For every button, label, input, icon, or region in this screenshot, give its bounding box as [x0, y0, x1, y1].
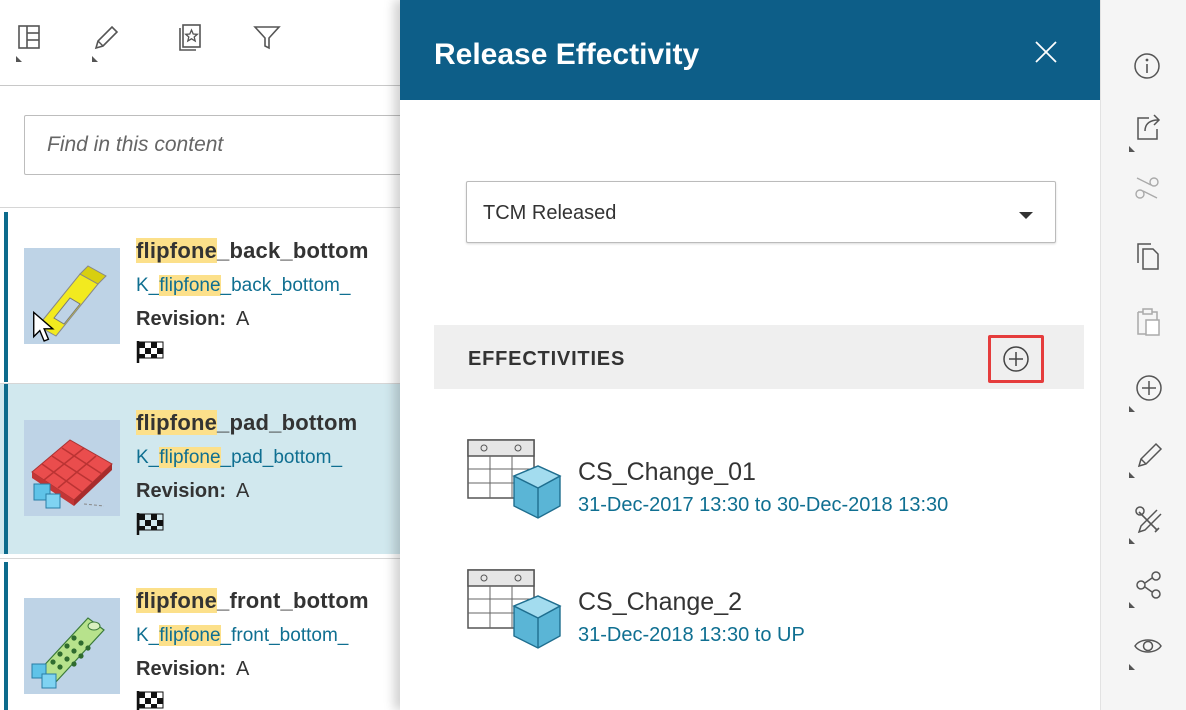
item-title[interactable]: flipfone_front_bottom [136, 588, 369, 614]
part-thumbnail [24, 598, 120, 694]
release-flag-icon [136, 341, 164, 363]
release-status-value: TCM Released [483, 202, 617, 224]
list-item[interactable]: flipfone_back_bottom K_flipfone_back_bot… [0, 212, 402, 382]
effectivity-item[interactable]: CS_Change_2 31-Dec-2018 13:30 to UP [466, 566, 1066, 666]
favorites-button[interactable] [174, 20, 214, 60]
mouse-cursor-icon [33, 310, 55, 342]
close-button[interactable] [1030, 36, 1062, 68]
menu-corner-indicator [1129, 472, 1135, 478]
menu-corner-indicator [1129, 538, 1135, 544]
effectivity-name: CS_Change_2 [578, 588, 743, 616]
edit-icon [1137, 442, 1163, 468]
effectivity-calendar-icon [467, 569, 562, 649]
menu-corner-indicator [16, 56, 22, 62]
add-icon [1136, 375, 1162, 401]
item-title[interactable]: flipfone_back_bottom [136, 238, 369, 264]
edit-pencil-icon [94, 25, 119, 50]
menu-corner-indicator [1129, 664, 1135, 670]
close-icon [1035, 41, 1057, 63]
release-effectivity-panel: Release Effectivity TCM Released EFFECTI… [400, 0, 1100, 710]
cut-button[interactable] [1127, 168, 1171, 212]
item-id: K_flipfone_pad_bottom_ [136, 447, 343, 468]
add-circle-icon [1003, 346, 1029, 372]
cut-scissors-icon [1135, 177, 1159, 199]
list-divider [0, 207, 402, 208]
paste-icon [1137, 308, 1160, 336]
effectivity-range: 31-Dec-2017 13:30 to 30-Dec-2018 13:30 [578, 494, 949, 516]
effectivity-calendar-icon [467, 439, 562, 519]
part-thumbnail [24, 248, 120, 344]
chevron-down-icon [1019, 212, 1033, 219]
results-panel: flipfone_back_bottom K_flipfone_back_bot… [0, 0, 402, 710]
edit-button[interactable] [88, 20, 128, 62]
panel-title: Release Effectivity [434, 38, 700, 71]
add-effectivity-button[interactable] [988, 335, 1044, 383]
add-button[interactable] [1127, 368, 1171, 412]
relations-icon [1136, 571, 1161, 599]
copy-icon [1137, 243, 1159, 270]
menu-corner-indicator [92, 56, 98, 62]
effectivity-item[interactable]: CS_Change_01 31-Dec-2017 13:30 to 30-Dec… [466, 436, 1066, 536]
list-item[interactable]: flipfone_front_bottom K_flipfone_front_b… [0, 562, 402, 710]
results-toolbar [0, 0, 402, 86]
item-accent-bar [4, 212, 8, 382]
tools-button[interactable] [1127, 500, 1171, 544]
search-input[interactable] [25, 116, 402, 174]
edit-rail-button[interactable] [1127, 434, 1171, 478]
view-button[interactable] [1127, 626, 1171, 670]
info-button[interactable] [1127, 46, 1171, 90]
layout-panel-button[interactable] [12, 20, 52, 62]
filter-icon [253, 26, 281, 50]
item-title[interactable]: flipfone_pad_bottom [136, 410, 357, 436]
layout-panel-icon [18, 25, 40, 49]
item-accent-bar [4, 562, 8, 710]
menu-corner-indicator [1129, 406, 1135, 412]
relations-button[interactable] [1127, 564, 1171, 608]
item-revision: Revision: A [136, 658, 250, 680]
effectivity-name: CS_Change_01 [578, 458, 756, 486]
menu-corner-indicator [1129, 602, 1135, 608]
favorites-icon [179, 24, 201, 51]
share-out-button[interactable] [1127, 108, 1171, 152]
item-revision: Revision: A [136, 480, 250, 502]
copy-button[interactable] [1127, 236, 1171, 280]
list-divider [0, 558, 402, 559]
view-eye-icon [1134, 639, 1162, 653]
release-status-select[interactable]: TCM Released [466, 181, 1056, 243]
effectivity-range: 31-Dec-2018 13:30 to UP [578, 624, 805, 646]
paste-button[interactable] [1127, 302, 1171, 346]
part-thumbnail [24, 420, 120, 516]
effectivities-section-header: EFFECTIVITIES [434, 325, 1084, 389]
item-accent-bar [4, 384, 8, 554]
tools-icon [1135, 506, 1162, 534]
item-id: K_flipfone_front_bottom_ [136, 625, 349, 646]
filter-button[interactable] [250, 20, 290, 60]
item-revision: Revision: A [136, 308, 250, 330]
list-item[interactable]: flipfone_pad_bottom K_flipfone_pad_botto… [0, 384, 402, 554]
panel-header: Release Effectivity [400, 0, 1100, 100]
share-out-icon [1137, 114, 1161, 140]
search-box[interactable] [24, 115, 402, 175]
section-title: EFFECTIVITIES [468, 348, 626, 370]
info-icon [1134, 53, 1160, 79]
release-flag-icon [136, 513, 164, 535]
item-id: K_flipfone_back_bottom_ [136, 275, 351, 296]
release-flag-icon [136, 691, 164, 710]
right-command-rail [1100, 0, 1186, 710]
menu-corner-indicator [1129, 146, 1135, 152]
